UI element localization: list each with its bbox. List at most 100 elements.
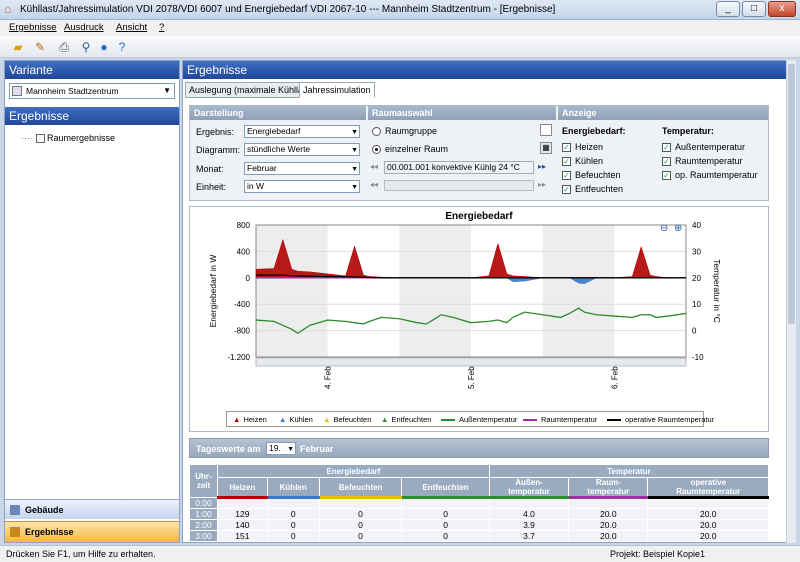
day-month: Februar <box>300 444 334 454</box>
table-cell: 0 <box>266 519 320 531</box>
zoom-in-icon[interactable]: ⊕ <box>674 223 682 234</box>
legend-item: operative Raumtemperatur <box>607 415 714 424</box>
table-cell: 20.0 <box>647 508 769 520</box>
col-uhrzeit: Uhr- zeit <box>189 464 218 498</box>
scroll-thumb[interactable] <box>788 64 795 324</box>
status-bar: Drücken Sie F1, um Hilfe zu erhalten. Pr… <box>0 545 800 562</box>
open-icon[interactable]: ▰ <box>10 39 26 55</box>
col-header: Kühlen <box>266 477 320 499</box>
checkbox-op-raumtemperatur[interactable]: ✓ <box>662 171 671 180</box>
legend-label: operative Raumtemperatur <box>625 415 715 424</box>
chevron-down-icon: ▼ <box>351 129 358 136</box>
table-cell <box>217 497 268 509</box>
column-header-row: Heizen Kühlen Befeuchten Entfeuchten Außen- … <box>190 477 769 499</box>
vertical-scrollbar[interactable] <box>786 60 796 543</box>
table-cell: 0 <box>318 519 403 531</box>
next-room-icon[interactable]: ▸▸ <box>538 162 546 171</box>
col-header: Heizen <box>217 477 268 499</box>
chevron-down-icon: ▼ <box>163 86 171 95</box>
day-band <box>256 225 328 357</box>
room-slider[interactable] <box>384 180 534 191</box>
table-cell: 20.0 <box>647 519 769 531</box>
minimize-button[interactable]: _ <box>716 1 740 17</box>
legend-label: Heizen <box>243 415 267 424</box>
legend-label: Befeuchten <box>333 415 372 424</box>
table-row: 1:00 129 0 0 0 4.0 20.0 20.0 <box>189 508 769 520</box>
radio-raumgruppe[interactable] <box>372 127 381 136</box>
print-icon[interactable]: ⎙ <box>56 39 72 55</box>
hourly-table: Uhr- zeit Energiebedarf Temperatur Heize… <box>189 464 769 542</box>
group-temperatur: Temperatur <box>488 464 769 478</box>
legend-label: Entfeuchten <box>391 415 432 424</box>
room-display: 00.001.001 konvektive Kühlg 24 °C <box>384 161 534 174</box>
label-diagramm: Diagramm: <box>196 145 241 155</box>
edit-icon[interactable]: ✎ <box>32 39 48 55</box>
table-cell: 0 <box>401 519 490 531</box>
select-diagramm[interactable]: stündliche Werte ▼ <box>244 143 360 156</box>
close-button[interactable]: x <box>768 1 796 17</box>
y2-tick-label: -10 <box>692 353 704 362</box>
x-scrollbar <box>255 357 687 367</box>
maximize-button[interactable]: □ <box>742 1 766 17</box>
nav-ergebnisse[interactable]: Ergebnisse <box>5 521 179 542</box>
calendar-icon[interactable]: ▦ <box>540 142 552 154</box>
table-cell: 3.7 <box>488 530 570 542</box>
status-project: Projekt: Beispiel Kopie1 <box>610 549 706 559</box>
col-header: Raum- temperatur <box>568 477 649 499</box>
results-header: Ergebnisse <box>5 107 179 125</box>
legend-label: Raumtemperatur <box>541 415 598 424</box>
help-icon[interactable]: ? <box>114 39 130 55</box>
checkbox-entfeuchten[interactable]: ✓ <box>562 185 571 194</box>
tab-jahressimulation[interactable]: Jahressimulation <box>299 82 375 98</box>
table-cell: 20.0 <box>568 530 649 542</box>
table-row: 4:00 <box>189 541 769 542</box>
zoom-out-icon[interactable]: ⊖ <box>660 223 668 234</box>
building-icon <box>10 505 20 515</box>
select-ergebnis[interactable]: Energiebedarf ▼ <box>244 125 360 138</box>
radio-einzelner-raum[interactable] <box>372 145 381 154</box>
row-time: 2:00 <box>189 519 218 531</box>
label-befeuchten: Befeuchten <box>575 170 621 180</box>
left-pane: Variante Mannheim Stadtzentrum ▼ Ergebni… <box>4 60 180 543</box>
globe-icon[interactable]: ● <box>96 39 112 55</box>
nav-gebaeude[interactable]: Gebäude <box>5 499 179 519</box>
prev-page-icon[interactable]: ◂◂ <box>370 180 378 189</box>
checkbox-raumtemperatur[interactable]: ✓ <box>662 157 671 166</box>
y2-tick-label: 10 <box>692 300 701 309</box>
menu-help[interactable]: ? <box>159 22 164 33</box>
table-cell: 20.0 <box>568 508 649 520</box>
nav-gebaeude-label: Gebäude <box>25 505 64 515</box>
select-diagramm-value: stündliche Werte <box>247 144 311 154</box>
menu-ansicht[interactable]: Ansicht <box>116 22 147 33</box>
y2-axis-label: Temperatur in °C <box>712 259 722 323</box>
prev-room-icon[interactable]: ◂◂ <box>370 162 382 173</box>
day-select[interactable]: 19. ▼ <box>266 442 296 455</box>
menu-ergebnisse[interactable]: Ergebnisse <box>9 22 57 33</box>
toolbar: ▰ ✎ ⎙ ⚲ ● ? <box>0 36 800 58</box>
next-page-icon[interactable]: ▸▸ <box>538 180 546 189</box>
label-temp-display: Temperatur: <box>662 126 714 136</box>
room-value: 00.001.001 konvektive Kühlg 24 °C <box>387 162 520 172</box>
variant-select[interactable]: Mannheim Stadtzentrum ▼ <box>9 83 175 99</box>
menu-ausdruck[interactable]: Ausdruck <box>64 22 104 33</box>
col-header: Entfeuchten <box>401 477 490 499</box>
preview-icon[interactable]: ⚲ <box>78 39 94 55</box>
col-header: Befeuchten <box>318 477 403 499</box>
y2-tick-label: 40 <box>692 221 701 230</box>
label-kuehlen: Kühlen <box>575 156 604 166</box>
select-einheit[interactable]: in W ▼ <box>244 180 360 193</box>
checkbox-befeuchten[interactable]: ✓ <box>562 171 571 180</box>
label-raumgruppe: Raumgruppe <box>385 126 438 136</box>
legend-item: ▲ Kühlen <box>279 415 313 424</box>
room-group-button[interactable] <box>540 124 552 136</box>
checkbox-kuehlen[interactable]: ✓ <box>562 157 571 166</box>
table-cell <box>266 541 320 542</box>
checkbox-heizen[interactable]: ✓ <box>562 143 571 152</box>
checkbox-aussentemperatur[interactable]: ✓ <box>662 143 671 152</box>
tree-item-raumergebnisse[interactable]: ···· Raumergebnisse <box>21 133 115 144</box>
select-monat[interactable]: Februar ▼ <box>244 162 360 175</box>
table-cell <box>647 497 769 509</box>
tab-auslegung[interactable]: Auslegung (maximale Kühllast) <box>185 82 318 98</box>
table-cell: 0 <box>318 530 403 542</box>
chevron-down-icon: ▼ <box>351 166 358 173</box>
